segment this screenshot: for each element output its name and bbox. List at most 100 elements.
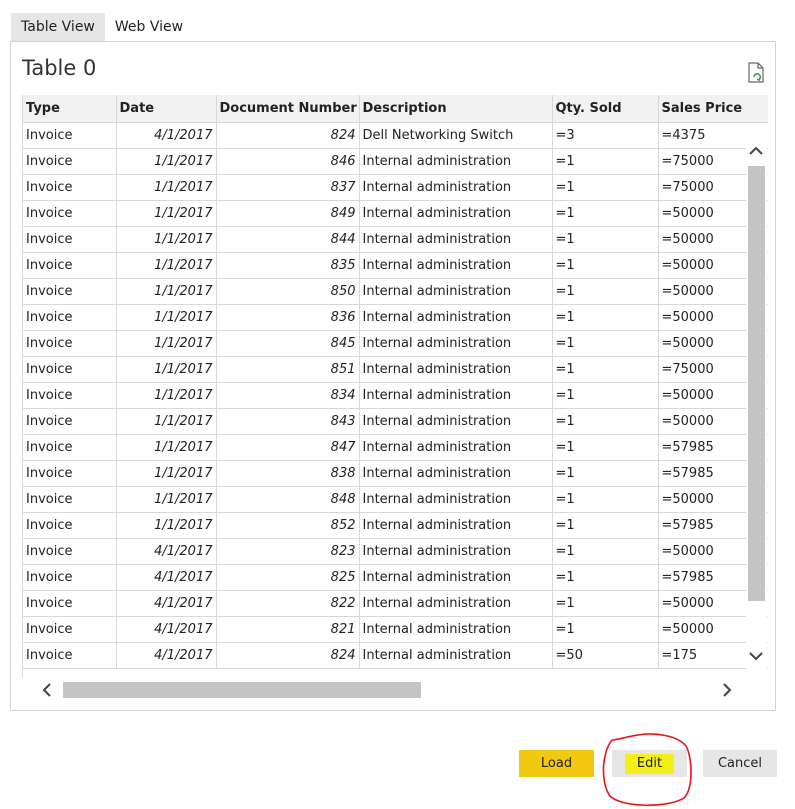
cell-qty-sold: =1 bbox=[552, 616, 659, 643]
cell-type: Invoice bbox=[23, 434, 117, 461]
tab-table-view[interactable]: Table View bbox=[11, 13, 105, 42]
cell-date: 1/1/2017 bbox=[116, 486, 217, 513]
column-header[interactable]: Document Number bbox=[216, 95, 360, 123]
cell-date: 1/1/2017 bbox=[116, 382, 217, 409]
cell-qty-sold: =1 bbox=[552, 564, 659, 591]
cell-qty-sold: =1 bbox=[552, 330, 659, 357]
cell-date: 1/1/2017 bbox=[116, 226, 217, 253]
column-header[interactable]: Date bbox=[116, 95, 217, 123]
cell-document-number: 852 bbox=[216, 512, 360, 539]
cell-description: Internal administration bbox=[359, 590, 553, 617]
table-row: Invoice 1/1/2017 849 Internal administratio… bbox=[23, 200, 768, 227]
cell-type: Invoice bbox=[23, 564, 117, 591]
cell-type: Invoice bbox=[23, 590, 117, 617]
cell-date: 1/1/2017 bbox=[116, 174, 217, 201]
cancel-button[interactable]: Cancel bbox=[703, 750, 777, 777]
cell-document-number: 848 bbox=[216, 486, 360, 513]
cell-date: 1/1/2017 bbox=[116, 278, 217, 305]
cell-document-number: 845 bbox=[216, 330, 360, 357]
cell-description: Internal administration bbox=[359, 642, 553, 669]
cell-document-number: 822 bbox=[216, 590, 360, 617]
tab-web-view[interactable]: Web View bbox=[105, 13, 193, 42]
table-row: Invoice 1/1/2017 846 Internal administratio… bbox=[23, 148, 768, 175]
cell-qty-sold: =1 bbox=[552, 252, 659, 279]
cell-type: Invoice bbox=[23, 408, 117, 435]
cell-type: Invoice bbox=[23, 304, 117, 331]
cell-qty-sold: =50 bbox=[552, 642, 659, 669]
document-refresh-icon[interactable] bbox=[745, 62, 767, 84]
cell-qty-sold: =1 bbox=[552, 304, 659, 331]
table-row: Invoice 1/1/2017 834 Internal administratio… bbox=[23, 382, 768, 409]
cell-document-number: 836 bbox=[216, 304, 360, 331]
header-row: Type Date Document Number Description Qty. S… bbox=[23, 95, 768, 123]
cell-document-number: 821 bbox=[216, 616, 360, 643]
horizontal-scrollbar[interactable] bbox=[22, 678, 767, 702]
vertical-scroll-thumb[interactable] bbox=[748, 166, 765, 601]
cell-description: Internal administration bbox=[359, 226, 553, 253]
cell-date: 1/1/2017 bbox=[116, 408, 217, 435]
cell-qty-sold: =1 bbox=[552, 486, 659, 513]
cell-document-number: 837 bbox=[216, 174, 360, 201]
load-button[interactable]: Load bbox=[519, 750, 594, 777]
column-header[interactable]: Description bbox=[359, 95, 553, 123]
cell-qty-sold: =1 bbox=[552, 148, 659, 175]
cell-description: Internal administration bbox=[359, 434, 553, 461]
cell-type: Invoice bbox=[23, 642, 117, 669]
cell-description: Dell Networking Switch bbox=[359, 122, 553, 149]
cell-type: Invoice bbox=[23, 278, 117, 305]
cell-qty-sold: =1 bbox=[552, 408, 659, 435]
cell-document-number: 823 bbox=[216, 538, 360, 565]
cell-qty-sold: =1 bbox=[552, 460, 659, 487]
cell-description: Internal administration bbox=[359, 538, 553, 565]
chevron-up-icon[interactable] bbox=[749, 145, 763, 159]
cell-qty-sold: =1 bbox=[552, 200, 659, 227]
cell-qty-sold: =1 bbox=[552, 590, 659, 617]
cell-type: Invoice bbox=[23, 200, 117, 227]
cell-type: Invoice bbox=[23, 356, 117, 383]
cell-description: Internal administration bbox=[359, 616, 553, 643]
cell-date: 1/1/2017 bbox=[116, 252, 217, 279]
cell-type: Invoice bbox=[23, 538, 117, 565]
cell-type: Invoice bbox=[23, 512, 117, 539]
cell-type: Invoice bbox=[23, 330, 117, 357]
grid-body: Invoice 4/1/2017 824 Dell Networking Switch… bbox=[23, 122, 768, 669]
cell-description: Internal administration bbox=[359, 512, 553, 539]
column-header[interactable]: Type bbox=[23, 95, 117, 123]
table-preview-panel: Table 0 Type Date Document Number Descripti… bbox=[10, 41, 776, 711]
cell-description: Internal administration bbox=[359, 330, 553, 357]
cell-document-number: 843 bbox=[216, 408, 360, 435]
cell-date: 4/1/2017 bbox=[116, 564, 217, 591]
cell-document-number: 825 bbox=[216, 564, 360, 591]
cell-document-number: 824 bbox=[216, 122, 360, 149]
table-row: Invoice 1/1/2017 852 Internal administratio… bbox=[23, 512, 768, 539]
column-header[interactable]: Sales Price bbox=[658, 95, 768, 123]
cell-date: 4/1/2017 bbox=[116, 590, 217, 617]
table-title: Table 0 bbox=[22, 56, 97, 80]
cell-type: Invoice bbox=[23, 252, 117, 279]
cell-type: Invoice bbox=[23, 174, 117, 201]
data-table: Type Date Document Number Description Qty. S… bbox=[23, 95, 768, 669]
chevron-right-icon[interactable] bbox=[722, 683, 732, 700]
cell-date: 1/1/2017 bbox=[116, 330, 217, 357]
cell-description: Internal administration bbox=[359, 356, 553, 383]
chevron-left-icon[interactable] bbox=[42, 683, 52, 700]
cell-document-number: 838 bbox=[216, 460, 360, 487]
table-row: Invoice 4/1/2017 821 Internal administratio… bbox=[23, 616, 768, 643]
table-row: Invoice 4/1/2017 824 Internal administratio… bbox=[23, 642, 768, 669]
cell-description: Internal administration bbox=[359, 148, 553, 175]
cell-description: Internal administration bbox=[359, 382, 553, 409]
table-row: Invoice 1/1/2017 836 Internal administratio… bbox=[23, 304, 768, 331]
cell-type: Invoice bbox=[23, 148, 117, 175]
cell-qty-sold: =1 bbox=[552, 174, 659, 201]
chevron-down-icon[interactable] bbox=[749, 650, 763, 664]
vertical-scrollbar[interactable] bbox=[746, 131, 767, 678]
column-header[interactable]: Qty. Sold bbox=[552, 95, 659, 123]
table-row: Invoice 1/1/2017 837 Internal administratio… bbox=[23, 174, 768, 201]
cell-date: 1/1/2017 bbox=[116, 356, 217, 383]
horizontal-scroll-thumb[interactable] bbox=[63, 682, 421, 698]
cell-date: 1/1/2017 bbox=[116, 200, 217, 227]
cell-description: Internal administration bbox=[359, 200, 553, 227]
cell-qty-sold: =1 bbox=[552, 512, 659, 539]
cell-date: 1/1/2017 bbox=[116, 148, 217, 175]
cell-document-number: 834 bbox=[216, 382, 360, 409]
